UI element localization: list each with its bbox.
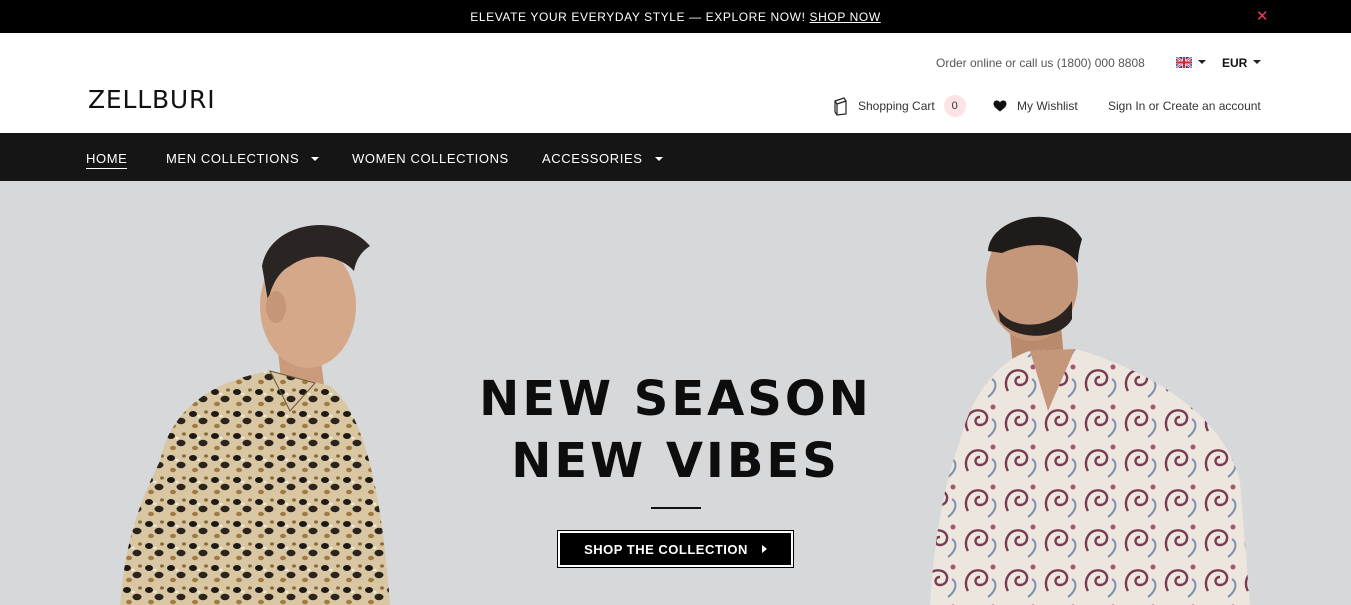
hero-divider: [651, 507, 701, 509]
hero-banner: NEW SEASON NEW VIBES Shop the collection: [0, 181, 1351, 605]
currency-dropdown-icon[interactable]: [1253, 60, 1261, 64]
nav-item-men-collections[interactable]: Men Collections: [166, 151, 320, 166]
shop-now-link[interactable]: Shop now: [810, 10, 881, 24]
site-header: ZELLBURI Order online or call us (1800) …: [0, 33, 1351, 133]
contact-info: Order online or call us (1800) 000 8808: [936, 56, 1145, 70]
hero-title-line1: NEW SEASON: [479, 371, 872, 427]
heart-icon: [993, 100, 1007, 112]
main-navigation: Home Men Collections Women Collections A…: [0, 133, 1351, 181]
shopping-cart-link[interactable]: Shopping Cart 0: [832, 95, 966, 117]
close-icon[interactable]: ✕: [1256, 7, 1269, 25]
language-dropdown-icon[interactable]: [1198, 60, 1206, 64]
nav-item-label: Men Collections: [166, 151, 300, 166]
chevron-right-icon: [761, 545, 767, 553]
shop-the-collection-button[interactable]: Shop the collection: [557, 530, 794, 568]
uk-flag-icon[interactable]: [1176, 57, 1192, 68]
announcement-bar: Elevate your everyday style — explore no…: [0, 0, 1351, 33]
wishlist-link[interactable]: My Wishlist: [993, 99, 1078, 113]
cart-count-badge: 0: [943, 95, 966, 117]
shop-the-collection-label: Shop the collection: [584, 541, 748, 557]
nav-item-home[interactable]: Home: [86, 151, 128, 169]
chevron-down-icon: [311, 156, 320, 161]
nav-item-accessories[interactable]: Accessories: [542, 151, 663, 166]
nav-item-label: Home: [86, 151, 128, 166]
nav-item-label: Accessories: [542, 151, 643, 166]
currency-selector[interactable]: EUR: [1222, 56, 1247, 70]
logo[interactable]: ZELLBURI: [88, 85, 215, 114]
shopping-cart-label: Shopping Cart: [858, 99, 935, 113]
nav-item-women-collections[interactable]: Women Collections: [352, 151, 509, 166]
announcement-text: Elevate your everyday style — explore no…: [470, 9, 806, 24]
cart-icon: [834, 97, 847, 116]
sign-in-link[interactable]: Sign In or Create an account: [1108, 99, 1261, 113]
wishlist-label: My Wishlist: [1017, 99, 1078, 113]
chevron-down-icon: [654, 156, 663, 161]
nav-item-label: Women Collections: [352, 151, 509, 166]
hero-title-line2: NEW VIBES: [511, 433, 840, 489]
